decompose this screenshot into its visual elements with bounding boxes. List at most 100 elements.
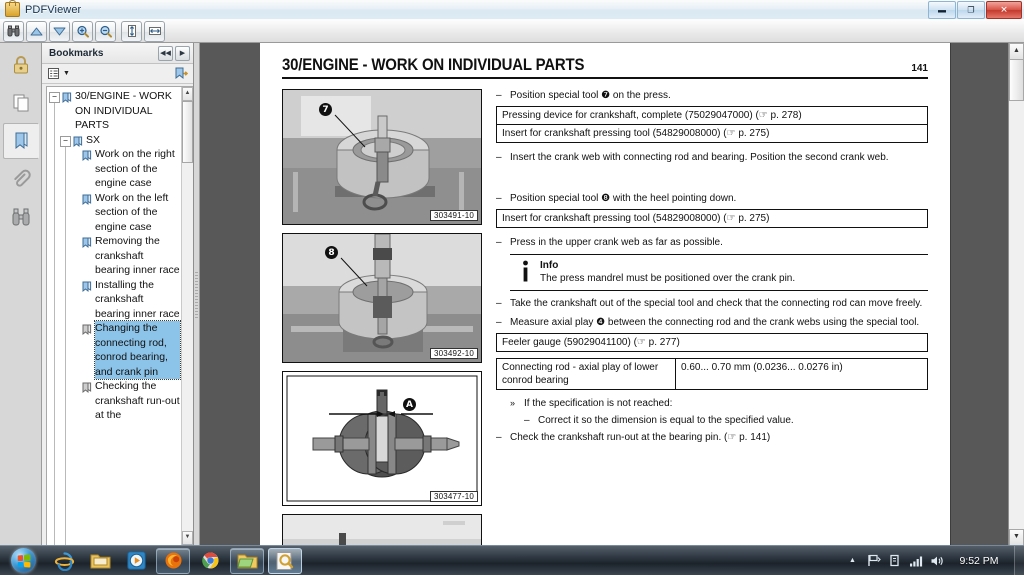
expander-toggle[interactable]: − xyxy=(49,92,60,103)
system-tray: ▲ 9:52 PM xyxy=(845,546,1014,575)
action-center-icon[interactable] xyxy=(887,553,902,568)
sidebar-item-attachments[interactable] xyxy=(3,161,39,197)
binoculars-icon[interactable] xyxy=(3,20,24,42)
bullet-dash: – xyxy=(496,237,502,248)
bookmark-label: Work on the right section of the engine … xyxy=(95,148,175,189)
bookmark-label: SX xyxy=(86,133,101,146)
pages-thumbnails-icon xyxy=(13,94,28,112)
viewer-scrollbar[interactable]: ▲ ▼ xyxy=(1008,43,1024,546)
scroll-down-arrow[interactable]: ▼ xyxy=(1009,529,1024,546)
firefox-icon xyxy=(165,552,181,569)
taskbar-clock[interactable]: 9:52 PM xyxy=(950,555,1008,567)
file-explorer-icon xyxy=(90,554,110,568)
info-title: Info xyxy=(540,260,559,271)
press-photo-2 xyxy=(283,234,481,362)
next-page-icon[interactable] xyxy=(49,20,70,42)
info-icon xyxy=(510,259,540,285)
pdf-page: 30/ENGINE - WORK ON INDIVIDUAL PARTS 141 xyxy=(260,43,950,546)
page-title: 30/ENGINE - WORK ON INDIVIDUAL PARTS xyxy=(282,55,585,74)
sidebar-item-pages[interactable] xyxy=(3,85,39,121)
zoom-in-icon[interactable] xyxy=(72,20,93,42)
chrome-icon xyxy=(201,552,218,569)
pdfviewer-icon xyxy=(276,551,294,570)
bullet-dash: – xyxy=(496,193,502,204)
bullet-dash: – xyxy=(496,90,502,101)
bookmark-node-checking-runout[interactable]: Checking the crankshaft run-out at the xyxy=(71,379,193,423)
figure-303491-10: 7 303491-10 xyxy=(282,89,482,225)
figure-column: 7 303491-10 8 303492-10 A 303477-10 xyxy=(282,89,482,546)
bookmark-icon xyxy=(73,135,83,147)
bookmarks-panel: Bookmarks ◀◀ ▶ ▼ − 30/ENGINE - WORK ON I… xyxy=(42,43,194,546)
taskbar-chrome[interactable] xyxy=(194,549,226,573)
bookmarks-tree[interactable]: − 30/ENGINE - WORK ON INDIVIDUAL PARTS − xyxy=(46,86,193,546)
chevron-down-icon[interactable]: ▼ xyxy=(63,70,70,77)
pdf-viewer-area[interactable]: 30/ENGINE - WORK ON INDIVIDUAL PARTS 141 xyxy=(260,43,1008,546)
close-button[interactable]: ✕ xyxy=(986,0,1022,19)
sidebar-item-security[interactable] xyxy=(3,47,39,83)
maximize-button[interactable]: ❐ xyxy=(957,0,985,19)
previous-page-icon[interactable] xyxy=(26,20,47,42)
folder-icon xyxy=(236,554,257,568)
instruction-item: – Measure axial play ❹ between the conne… xyxy=(496,316,928,329)
scroll-up-arrow[interactable]: ▲ xyxy=(182,87,193,101)
bookmarks-scrollbar[interactable]: ▲ ▼ xyxy=(181,87,193,545)
instruction-item: – Press in the upper crank web as far as… xyxy=(496,236,928,249)
sidebar-item-search[interactable] xyxy=(3,199,39,235)
text-column: – Position special tool ❼ on the press. … xyxy=(496,89,928,546)
expander-toggle[interactable]: − xyxy=(60,135,71,147)
scroll-down-arrow[interactable]: ▼ xyxy=(182,531,193,545)
signal-bars-icon[interactable] xyxy=(908,553,923,568)
bookmark-node-right-section[interactable]: Work on the right section of the engine … xyxy=(71,147,193,191)
bookmark-node-changing-conrod[interactable]: Changing the connecting rod, conrod bear… xyxy=(71,320,193,380)
callout-8: 8 xyxy=(325,246,338,259)
taskbar-pdfviewer[interactable] xyxy=(268,547,302,574)
bullet-chevron: » xyxy=(510,398,516,408)
fit-width-icon[interactable] xyxy=(144,20,165,42)
collapse-panel-button[interactable]: ◀◀ xyxy=(158,45,173,61)
zoom-out-icon[interactable] xyxy=(95,20,116,42)
network-flag-icon[interactable] xyxy=(866,553,881,568)
bookmark-node-sx[interactable]: − SX xyxy=(60,133,193,148)
show-hidden-icons-button[interactable]: ▲ xyxy=(845,553,860,568)
taskbar-media-player[interactable] xyxy=(120,549,152,573)
figure-303492-10: 8 303492-10 xyxy=(282,233,482,363)
roller-block-photo xyxy=(283,515,481,546)
tree-guide-line xyxy=(65,143,66,545)
internet-explorer-icon xyxy=(54,552,74,571)
list-options-icon[interactable] xyxy=(48,68,61,79)
expand-panel-button[interactable]: ▶ xyxy=(175,45,190,61)
minimize-button[interactable]: ▬ xyxy=(928,0,956,19)
bullet-dash: – xyxy=(496,298,502,309)
add-bookmark-icon[interactable] xyxy=(174,67,188,80)
bookmark-node-removing-race[interactable]: Removing the crankshaft bearing inner ra… xyxy=(71,234,193,278)
info-box: Info The press mandrel must be positione… xyxy=(510,254,928,291)
taskbar-folder[interactable] xyxy=(230,547,264,574)
bookmark-icon xyxy=(82,149,92,162)
window-title: PDFViewer xyxy=(25,3,82,16)
fit-page-icon[interactable] xyxy=(121,20,142,42)
attachments-paperclip-icon xyxy=(13,169,31,187)
spec-row: Insert for crankshaft pressing tool (548… xyxy=(496,209,928,228)
scrollbar-thumb[interactable] xyxy=(182,101,193,163)
bookmark-node-installing-race[interactable]: Installing the crankshaft bearing inner … xyxy=(71,278,193,322)
volume-icon[interactable] xyxy=(929,553,944,568)
taskbar-file-explorer[interactable] xyxy=(84,549,116,573)
scrollbar-thumb[interactable] xyxy=(1009,59,1024,101)
taskbar-firefox[interactable] xyxy=(156,547,190,574)
bookmark-node-left-section[interactable]: Work on the left section of the engine c… xyxy=(71,191,193,235)
pdfviewer-window: PDFViewer ▬ ❐ ✕ Bookmarks ◀◀ ▶ ▼ − 30/EN… xyxy=(0,0,1024,546)
sidebar-item-bookmarks[interactable] xyxy=(2,123,39,159)
bullet-dash: – xyxy=(496,152,502,163)
bookmark-icon xyxy=(82,193,92,205)
bookmark-label: Changing the connecting rod, conrod bear… xyxy=(94,320,181,380)
spec-group-2: Insert for crankshaft pressing tool (548… xyxy=(496,209,928,228)
bookmark-node-engine[interactable]: − 30/ENGINE - WORK ON INDIVIDUAL PARTS xyxy=(49,89,193,133)
bookmarks-panel-header: Bookmarks ◀◀ ▶ xyxy=(42,43,193,64)
callout-7: 7 xyxy=(319,103,332,116)
scroll-up-arrow[interactable]: ▲ xyxy=(1009,43,1024,60)
start-button[interactable] xyxy=(0,546,46,575)
search-binoculars-icon xyxy=(12,208,29,226)
show-desktop-button[interactable] xyxy=(1014,546,1024,575)
bookmark-icon xyxy=(82,236,92,249)
taskbar-internet-explorer[interactable] xyxy=(48,549,80,573)
